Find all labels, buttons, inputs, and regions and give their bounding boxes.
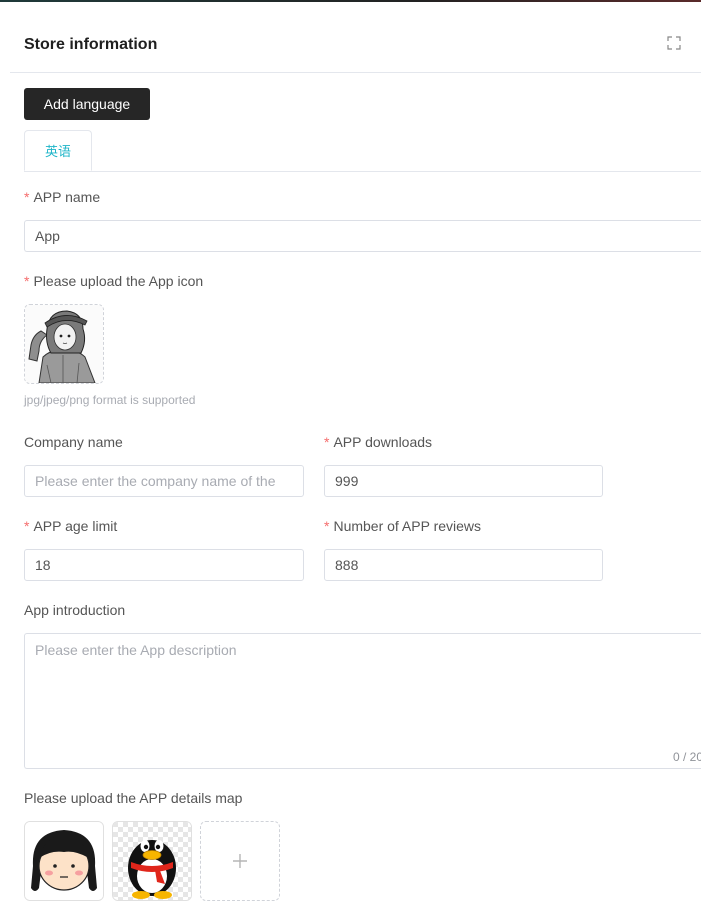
add-image-button[interactable] [200,821,280,901]
company-name-label: Company name [24,434,123,450]
details-image-1[interactable] [24,821,104,901]
plus-icon [233,854,247,868]
app-reviews-label: * Number of APP reviews [324,518,482,534]
sketch-girl-avatar-image [25,305,103,383]
app-introduction-label: App introduction [24,602,126,618]
app-age-limit-label: * APP age limit [24,518,118,534]
required-mark: * [324,518,330,534]
qq-penguin-image [113,822,191,900]
required-mark: * [24,273,30,289]
app-downloads-input[interactable]: 999 [324,465,603,497]
details-map-label: Please upload the APP details map [24,790,243,806]
panel-title: Store information [24,36,158,53]
tab-english[interactable]: 英语 [24,130,92,171]
app-icon-hint: jpg/jpeg/png format is supported [24,393,196,407]
company-name-placeholder: Please enter the company name of the [35,473,276,489]
app-icon-upload[interactable] [24,304,104,384]
app-name-label: * APP name [24,189,101,205]
company-name-input[interactable]: Please enter the company name of the [24,465,304,497]
required-mark: * [24,189,30,205]
app-age-limit-input[interactable]: 18 [24,549,304,581]
app-downloads-label: * APP downloads [324,434,433,450]
panel-header: Store information [10,2,701,73]
app-name-input[interactable]: App [24,220,701,252]
add-language-button[interactable]: Add language [24,88,150,120]
required-mark: * [324,434,330,450]
required-mark: * [24,518,30,534]
app-reviews-input[interactable]: 888 [324,549,603,581]
cartoon-girl-face-image [25,822,103,900]
fullscreen-icon[interactable] [667,36,681,50]
language-tabs: 英语 [24,130,701,172]
char-counter: 0 / 20 [673,750,701,764]
app-icon-label: * Please upload the App icon [24,273,204,289]
app-introduction-placeholder: Please enter the App description [35,642,237,658]
app-introduction-textarea[interactable]: Please enter the App description [24,633,701,769]
details-image-2[interactable] [112,821,192,901]
